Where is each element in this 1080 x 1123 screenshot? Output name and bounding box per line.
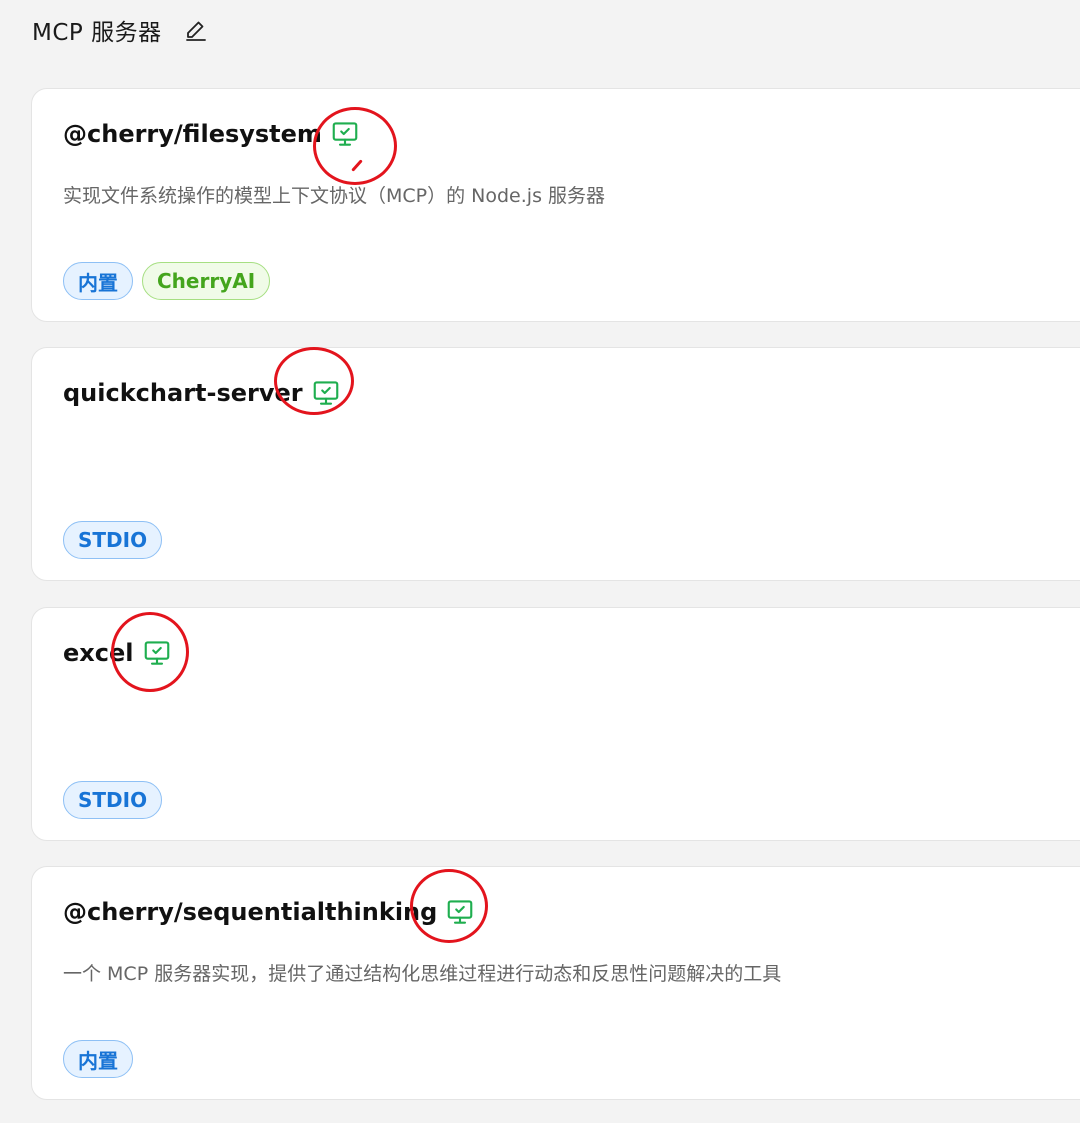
page-title: MCP 服务器	[32, 20, 162, 46]
tag-list: STDIO	[63, 781, 163, 819]
server-name: @cherry/sequentialthinking	[63, 898, 438, 926]
tag-builtin: 内置	[63, 1040, 133, 1078]
page-header: MCP 服务器	[32, 12, 208, 48]
server-card-filesystem[interactable]: @cherry/filesystem 实现文件系统操作的模型上下文协议（MCP）…	[31, 88, 1080, 322]
tag-provider: CherryAI	[142, 262, 271, 300]
monitor-check-icon	[330, 119, 360, 149]
tag-list: 内置	[63, 1040, 133, 1078]
tag-list: 内置 CherryAI	[63, 262, 271, 300]
server-description: 一个 MCP 服务器实现，提供了通过结构化思维过程进行动态和反思性问题解决的工具	[63, 963, 782, 985]
tag-transport: STDIO	[63, 521, 163, 559]
server-description: 实现文件系统操作的模型上下文协议（MCP）的 Node.js 服务器	[63, 185, 606, 207]
server-name: excel	[63, 639, 134, 667]
tag-transport: STDIO	[63, 781, 163, 819]
server-card-excel[interactable]: excel STDIO	[31, 607, 1080, 841]
server-name: quickchart-server	[63, 379, 303, 407]
monitor-check-icon	[311, 378, 341, 408]
tag-list: STDIO	[63, 521, 163, 559]
server-name: @cherry/filesystem	[63, 120, 322, 148]
tag-builtin: 内置	[63, 262, 133, 300]
pencil-edit-icon[interactable]	[184, 18, 208, 42]
monitor-check-icon	[445, 897, 475, 927]
server-card-quickchart[interactable]: quickchart-server STDIO	[31, 347, 1080, 581]
server-card-sequentialthinking[interactable]: @cherry/sequentialthinking 一个 MCP 服务器实现，…	[31, 866, 1080, 1100]
monitor-check-icon	[142, 638, 172, 668]
